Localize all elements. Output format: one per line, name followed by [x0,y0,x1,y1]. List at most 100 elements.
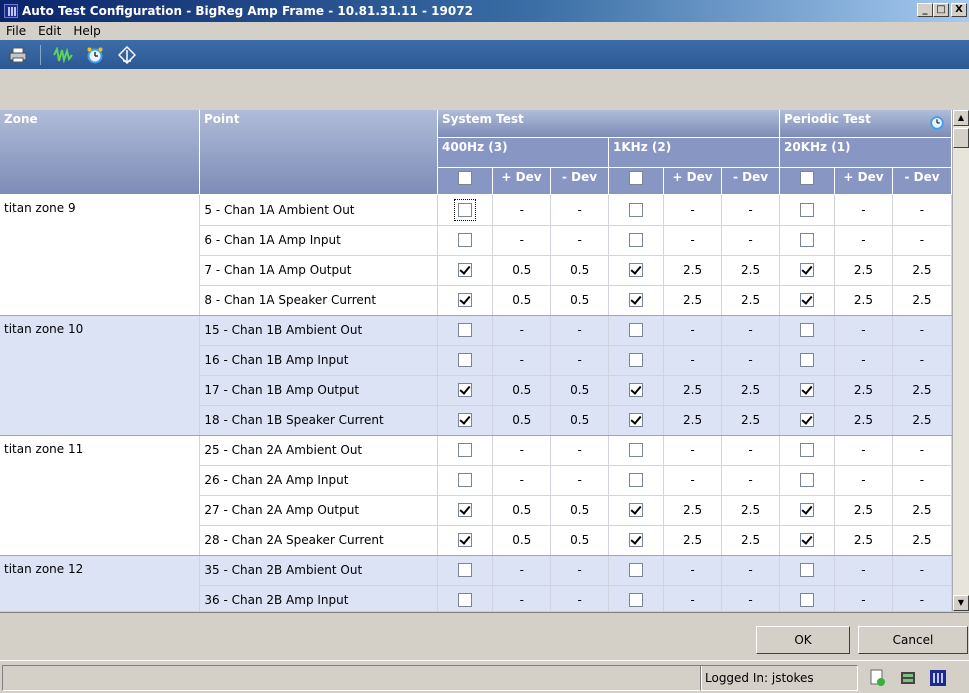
minus-dev-cell[interactable]: 2.5 [721,255,781,286]
minus-dev-cell[interactable]: - [892,585,952,611]
plus-dev-cell[interactable]: - [834,225,893,256]
scroll-down-arrow-icon[interactable]: ▼ [953,595,969,611]
minus-dev-cell[interactable]: - [892,315,952,346]
enable-test-checkbox[interactable] [458,533,473,548]
enable-test-checkbox[interactable] [629,473,644,488]
enable-test-checkbox[interactable] [629,503,644,518]
plus-dev-cell[interactable]: 0.5 [492,405,552,436]
plus-dev-cell[interactable]: - [834,555,893,586]
minimize-button[interactable]: _ [917,3,933,17]
minus-dev-cell[interactable]: 2.5 [892,525,952,556]
plus-dev-cell[interactable]: - [492,315,552,346]
enable-test-checkbox[interactable] [629,203,644,217]
enable-test-checkbox[interactable] [458,293,473,308]
close-button[interactable]: X [951,3,967,17]
enable-test-checkbox[interactable] [800,203,814,217]
scroll-up-arrow-icon[interactable]: ▲ [953,110,969,126]
plus-dev-cell[interactable]: - [663,195,723,226]
plus-dev-cell[interactable]: - [663,555,723,586]
plus-dev-cell[interactable]: - [492,225,552,256]
select-all-20khz[interactable] [780,168,835,195]
plus-dev-cell[interactable]: - [663,345,723,376]
minus-dev-cell[interactable]: 2.5 [721,405,781,436]
checkbox-icon[interactable] [629,171,643,185]
enable-test-checkbox[interactable] [629,383,644,398]
enable-test-checkbox[interactable] [800,383,814,398]
enable-test-checkbox[interactable] [458,563,473,578]
plus-dev-cell[interactable]: 2.5 [663,405,723,436]
minus-dev-cell[interactable]: 2.5 [892,495,952,526]
signal-probe-icon[interactable] [117,45,137,65]
vertical-scrollbar[interactable]: ▲ ▼ [952,110,969,611]
plus-dev-cell[interactable]: - [663,585,723,611]
plus-dev-cell[interactable]: - [834,195,893,226]
minus-dev-cell[interactable]: 2.5 [892,285,952,316]
plus-dev-cell[interactable]: - [834,315,893,346]
minus-dev-cell[interactable]: 0.5 [550,525,610,556]
select-all-1khz[interactable] [609,168,664,195]
minus-dev-cell[interactable]: - [892,225,952,256]
enable-test-checkbox[interactable] [629,443,644,458]
plus-dev-cell[interactable]: - [663,225,723,256]
enable-test-checkbox[interactable] [629,293,644,308]
checkbox-icon[interactable] [800,171,814,185]
maximize-button[interactable]: □ [933,3,949,17]
minus-dev-cell[interactable]: 2.5 [721,525,781,556]
plus-dev-cell[interactable]: 2.5 [834,285,893,316]
minus-dev-cell[interactable]: - [721,225,781,256]
plus-dev-cell[interactable]: - [492,345,552,376]
enable-test-checkbox[interactable] [458,443,473,458]
plus-dev-cell[interactable]: 0.5 [492,495,552,526]
alarm-clock-icon[interactable] [85,45,105,65]
enable-test-checkbox[interactable] [458,503,473,518]
plus-dev-cell[interactable]: - [663,465,723,496]
printer-icon[interactable] [8,45,28,65]
minus-dev-cell[interactable]: - [892,435,952,466]
enable-test-checkbox[interactable] [458,413,473,428]
enable-test-checkbox[interactable] [458,263,473,278]
plus-dev-cell[interactable]: 2.5 [663,375,723,406]
enable-test-checkbox[interactable] [800,503,814,518]
minus-dev-cell[interactable]: - [892,195,952,226]
minus-dev-cell[interactable]: 2.5 [721,285,781,316]
minus-dev-cell[interactable]: - [550,585,610,611]
plus-dev-cell[interactable]: - [492,585,552,611]
ok-button[interactable]: OK [756,626,850,654]
enable-test-checkbox[interactable] [458,593,473,608]
minus-dev-cell[interactable]: - [721,555,781,586]
minus-dev-cell[interactable]: 2.5 [892,405,952,436]
minus-dev-cell[interactable]: - [550,195,610,226]
enable-test-checkbox[interactable] [458,323,473,338]
minus-dev-cell[interactable]: - [721,585,781,611]
minus-dev-cell[interactable]: - [550,225,610,256]
minus-dev-cell[interactable]: - [892,345,952,376]
enable-test-checkbox[interactable] [800,533,814,548]
minus-dev-cell[interactable]: - [550,465,610,496]
menu-file[interactable]: File [0,24,32,38]
plus-dev-cell[interactable]: 2.5 [834,405,893,436]
header-point[interactable]: Point [200,110,438,195]
enable-test-checkbox[interactable] [800,323,814,338]
enable-test-checkbox[interactable] [454,199,477,221]
minus-dev-cell[interactable]: 2.5 [892,375,952,406]
minus-dev-cell[interactable]: - [721,195,781,226]
enable-test-checkbox[interactable] [800,413,814,428]
plus-dev-cell[interactable]: - [492,465,552,496]
minus-dev-cell[interactable]: 0.5 [550,495,610,526]
enable-test-checkbox[interactable] [800,263,814,278]
minus-dev-cell[interactable]: 2.5 [721,375,781,406]
enable-test-checkbox[interactable] [458,233,473,248]
plus-dev-cell[interactable]: 2.5 [663,255,723,286]
minus-dev-cell[interactable]: - [550,555,610,586]
enable-test-checkbox[interactable] [800,293,814,308]
table-row[interactable]: titan zone 11 25 - Chan 2A Ambient Out - - -… [0,435,952,556]
select-all-400hz[interactable] [438,168,493,195]
plus-dev-cell[interactable]: - [834,435,893,466]
plus-dev-cell[interactable]: - [492,435,552,466]
enable-test-checkbox[interactable] [458,383,473,398]
table-row[interactable]: titan zone 12 35 - Chan 2B Ambient Out - - -… [0,555,952,611]
plus-dev-cell[interactable]: 0.5 [492,525,552,556]
minus-dev-cell[interactable]: - [892,465,952,496]
plus-dev-cell[interactable]: - [834,465,893,496]
minus-dev-cell[interactable]: 2.5 [892,255,952,286]
